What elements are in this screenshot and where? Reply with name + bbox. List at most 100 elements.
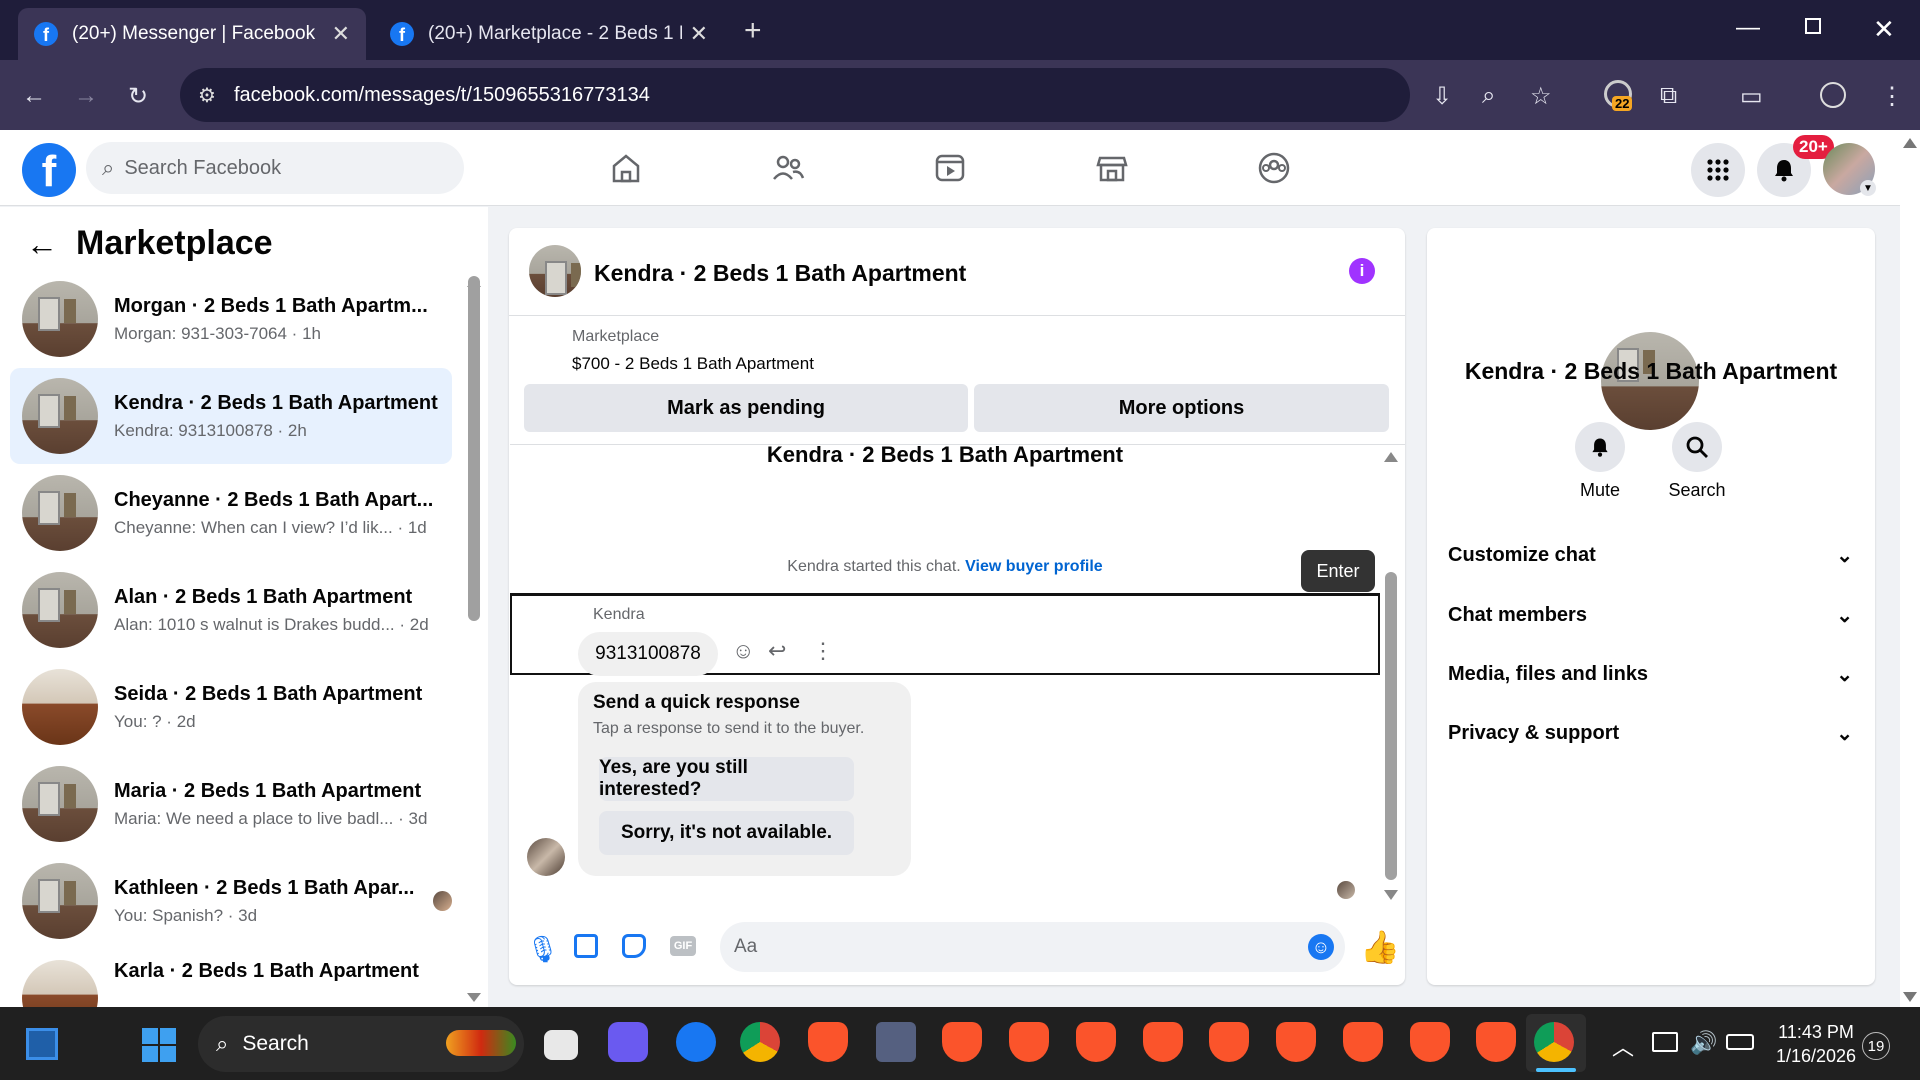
- volume-icon[interactable]: 🔊: [1690, 1030, 1717, 1056]
- brave-profile-icon[interactable]: [942, 1022, 982, 1062]
- extensions-puzzle-icon[interactable]: ⧉: [1660, 82, 1677, 110]
- conversation-item[interactable]: Kathleen · 2 Beds 1 Bath Apar... You: Spa…: [10, 853, 452, 949]
- facebook-search-input[interactable]: ⌕ Search Facebook: [86, 142, 464, 194]
- microphone-icon[interactable]: 🎙: [526, 934, 559, 965]
- sidebar-scrollbar[interactable]: [468, 276, 480, 621]
- mark-pending-button[interactable]: Mark as pending: [524, 384, 968, 432]
- back-icon[interactable]: ←: [22, 82, 46, 110]
- more-options-button[interactable]: More options: [974, 384, 1389, 432]
- search-chat-button[interactable]: [1672, 422, 1722, 472]
- browser-menu-icon[interactable]: ⋮: [1880, 82, 1904, 111]
- chat-scrollbar[interactable]: [1385, 572, 1397, 880]
- window-close-icon[interactable]: ✕: [1873, 14, 1895, 45]
- quick-response-yes-button[interactable]: Yes, are you still interested?: [599, 757, 854, 801]
- conversation-item[interactable]: Karla · 2 Beds 1 Bath Apartment: [10, 950, 452, 1007]
- chat-title[interactable]: Kendra · 2 Beds 1 Bath Apartment: [594, 260, 966, 287]
- conversation-text: Morgan · 2 Beds 1 Bath Apartm... Morgan: …: [114, 295, 444, 344]
- conversation-item[interactable]: Cheyanne · 2 Beds 1 Bath Apart... Cheyann…: [10, 465, 452, 561]
- widgets-icon[interactable]: [26, 1028, 58, 1060]
- facebook-logo[interactable]: f: [22, 143, 76, 197]
- game-app-icon[interactable]: [876, 1022, 916, 1062]
- reply-icon[interactable]: ↩: [768, 638, 786, 664]
- brave-profile-icon[interactable]: [1076, 1022, 1116, 1062]
- teams-icon[interactable]: [608, 1022, 648, 1062]
- listing-title[interactable]: $700 - 2 Beds 1 Bath Apartment: [572, 354, 814, 374]
- page-scroll-down-icon[interactable]: [1903, 992, 1917, 1002]
- chat-avatar[interactable]: [529, 245, 581, 297]
- brave-profile-icon[interactable]: [1209, 1022, 1249, 1062]
- brave-profile-icon[interactable]: [1476, 1022, 1516, 1062]
- menu-grid-button[interactable]: [1691, 143, 1745, 197]
- browser-tab-marketplace[interactable]: f (20+) Marketplace - 2 Beds 1 Ba ✕: [374, 8, 724, 60]
- conversation-item[interactable]: Morgan · 2 Beds 1 Bath Apartm... Morgan: …: [10, 271, 452, 367]
- battery-icon[interactable]: [1726, 1034, 1754, 1050]
- more-actions-icon[interactable]: ⋮: [812, 638, 834, 664]
- conversation-text: Seida · 2 Beds 1 Bath Apartment You: ? · …: [114, 683, 444, 732]
- gif-icon[interactable]: GIF: [670, 936, 696, 956]
- conversation-preview: Kendra: 9313100878 · 2h: [114, 420, 307, 440]
- message-bubble[interactable]: 9313100878: [578, 632, 718, 676]
- network-icon[interactable]: [1652, 1032, 1678, 1052]
- bookmark-star-icon[interactable]: ☆: [1530, 82, 1552, 111]
- sender-avatar[interactable]: [527, 838, 565, 876]
- brave-profile-icon[interactable]: [1343, 1022, 1383, 1062]
- sidepanel-icon[interactable]: ▭: [1740, 82, 1763, 111]
- section-customize-chat[interactable]: Customize chat ⌄: [1448, 535, 1853, 575]
- tab-close-icon[interactable]: ✕: [690, 21, 708, 47]
- taskbar-clock[interactable]: 11:43 PM 1/16/2026: [1768, 1020, 1864, 1068]
- conversation-item[interactable]: Seida · 2 Beds 1 Bath Apartment You: ? · …: [10, 659, 452, 755]
- photo-icon[interactable]: [574, 934, 598, 958]
- notification-center-badge[interactable]: 19: [1862, 1032, 1890, 1060]
- brave-profile-icon[interactable]: [1143, 1022, 1183, 1062]
- windows-start-icon[interactable]: [142, 1028, 176, 1062]
- section-chat-members[interactable]: Chat members ⌄: [1448, 595, 1853, 635]
- marketplace-nav-icon[interactable]: [1092, 148, 1132, 188]
- message-input[interactable]: Aa: [720, 922, 1345, 972]
- taskbar-search[interactable]: ⌕ Search: [198, 1016, 524, 1072]
- new-tab-icon[interactable]: +: [744, 14, 762, 48]
- tray-chevron-up-icon[interactable]: ︿: [1612, 1030, 1634, 1062]
- mute-button[interactable]: [1575, 422, 1625, 472]
- site-info-icon[interactable]: ⚙: [198, 83, 216, 108]
- chevron-down-icon[interactable]: ▼: [1860, 180, 1876, 196]
- forward-icon[interactable]: →: [74, 82, 98, 110]
- back-arrow-icon[interactable]: ←: [26, 226, 58, 263]
- reload-icon[interactable]: ↻: [128, 82, 148, 111]
- quick-response-sorry-button[interactable]: Sorry, it's not available.: [599, 811, 854, 855]
- react-smiley-icon[interactable]: ☺: [732, 638, 754, 664]
- brave-icon[interactable]: [808, 1022, 848, 1062]
- section-privacy-support[interactable]: Privacy & support ⌄: [1448, 713, 1853, 753]
- browser-tab-messenger[interactable]: f (20+) Messenger | Facebook ✕: [18, 8, 366, 60]
- account-icon[interactable]: [1820, 82, 1846, 108]
- view-buyer-profile-link[interactable]: View buyer profile: [965, 558, 1103, 575]
- like-thumb-icon[interactable]: 👍: [1360, 928, 1400, 966]
- info-icon[interactable]: i: [1349, 258, 1375, 284]
- sticker-icon[interactable]: [622, 934, 646, 958]
- zoom-icon[interactable]: ⌕: [1482, 82, 1495, 110]
- brave-profile-icon[interactable]: [1009, 1022, 1049, 1062]
- page-scroll-up-icon[interactable]: [1903, 138, 1917, 148]
- brave-profile-icon[interactable]: [1276, 1022, 1316, 1062]
- section-media-files-links[interactable]: Media, files and links ⌄: [1448, 654, 1853, 694]
- groups-nav-icon[interactable]: [1254, 148, 1294, 188]
- chrome-active-icon[interactable]: [1534, 1022, 1574, 1062]
- facebook-app-icon[interactable]: [676, 1022, 716, 1062]
- address-bar[interactable]: ⚙ facebook.com/messages/t/15096553167731…: [180, 68, 1410, 122]
- chat-scroll-up-icon[interactable]: [1384, 452, 1398, 462]
- install-app-icon[interactable]: ⇩: [1432, 82, 1452, 111]
- task-view-icon[interactable]: [544, 1030, 578, 1060]
- brave-profile-icon[interactable]: [1410, 1022, 1450, 1062]
- minimize-icon[interactable]: —: [1736, 14, 1760, 42]
- chrome-icon[interactable]: [740, 1022, 780, 1062]
- conversation-item[interactable]: Maria · 2 Beds 1 Bath Apartment Maria: We…: [10, 756, 452, 852]
- video-nav-icon[interactable]: [930, 148, 970, 188]
- scroll-down-arrow-icon[interactable]: [467, 993, 481, 1002]
- tab-close-icon[interactable]: ✕: [332, 21, 350, 47]
- conversation-item[interactable]: Kendra · 2 Beds 1 Bath Apartment Kendra: …: [10, 368, 452, 464]
- home-nav-icon[interactable]: [606, 148, 646, 188]
- chat-scroll-down-icon[interactable]: [1384, 890, 1398, 900]
- restore-icon[interactable]: [1805, 18, 1821, 34]
- emoji-icon[interactable]: ☺: [1308, 934, 1334, 960]
- friends-nav-icon[interactable]: [768, 148, 808, 188]
- conversation-item[interactable]: Alan · 2 Beds 1 Bath Apartment Alan: 1010…: [10, 562, 452, 658]
